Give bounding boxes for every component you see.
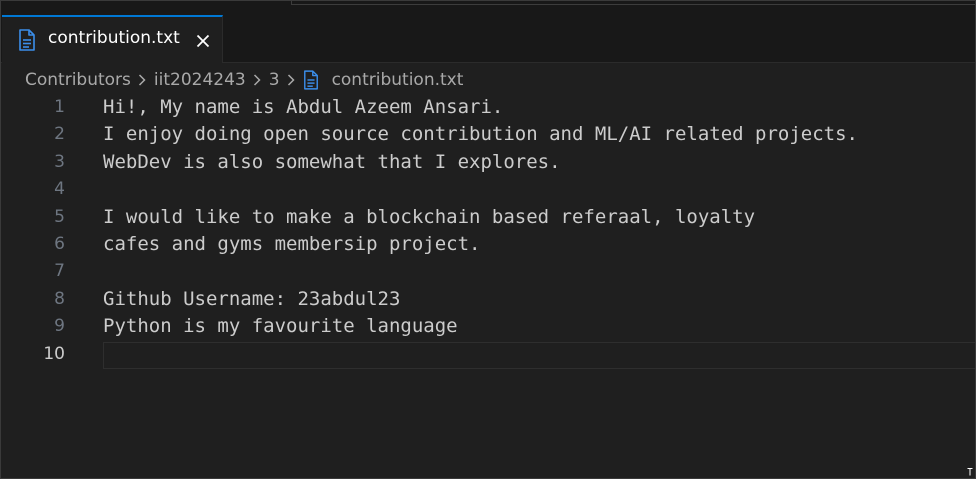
editor-line[interactable]: 2 I enjoy doing open source contribution… xyxy=(1,122,975,149)
line-text[interactable]: Hi!, My name is Abdul Azeem Ansari. xyxy=(103,96,503,118)
line-number: 5 xyxy=(54,206,65,227)
tab-label: contribution.txt xyxy=(48,28,180,48)
line-text[interactable]: WebDev is also somewhat that I explores. xyxy=(103,151,561,173)
line-text[interactable]: Github Username: 23abdul23 xyxy=(103,288,400,310)
line-number: 9 xyxy=(54,316,65,337)
editor-line-current[interactable]: 10 xyxy=(1,341,975,369)
panel-edge xyxy=(291,1,975,5)
title-strip xyxy=(1,1,975,15)
file-text-icon xyxy=(19,29,35,51)
line-number: 10 xyxy=(43,343,65,364)
current-line-highlight xyxy=(103,341,975,369)
file-text-icon xyxy=(303,70,318,90)
editor-line[interactable]: 6 cafes and gyms membersip project. xyxy=(1,232,975,259)
line-number: 3 xyxy=(54,151,65,172)
line-number: 7 xyxy=(54,261,65,282)
close-icon[interactable] xyxy=(195,33,211,49)
editor-window: contribution.txt Contributors iit2024243… xyxy=(0,0,976,479)
line-number: 8 xyxy=(54,288,65,309)
breadcrumb-item-3[interactable]: 3 xyxy=(269,70,280,90)
line-number: 1 xyxy=(54,97,65,117)
line-number: 4 xyxy=(54,179,65,200)
line-text[interactable]: Python is my favourite language xyxy=(103,315,458,337)
chevron-right-icon xyxy=(253,74,261,86)
breadcrumb-file[interactable]: contribution.txt xyxy=(332,70,464,90)
editor-line[interactable]: 1 Hi!, My name is Abdul Azeem Ansari. xyxy=(1,95,975,122)
breadcrumb: Contributors iit2024243 3 contribution.t… xyxy=(25,67,463,93)
line-number: 6 xyxy=(54,234,65,254)
editor-line[interactable]: 9 Python is my favourite language xyxy=(1,314,975,341)
editor-line[interactable]: 8 Github Username: 23abdul23 xyxy=(1,287,975,314)
code-editor[interactable]: 1 Hi!, My name is Abdul Azeem Ansari. 2 … xyxy=(1,95,975,478)
chevron-right-icon xyxy=(138,74,146,86)
line-text[interactable]: cafes and gyms membersip project. xyxy=(103,233,481,255)
line-text[interactable]: I enjoy doing open source contribution a… xyxy=(103,123,858,145)
resize-handle-icon[interactable] xyxy=(967,468,973,476)
chevron-right-icon xyxy=(287,74,295,86)
tab-bar: contribution.txt xyxy=(1,15,975,63)
editor-line[interactable]: 4 xyxy=(1,177,975,204)
tab-contribution-txt[interactable]: contribution.txt xyxy=(2,15,223,63)
line-number: 2 xyxy=(54,124,65,145)
line-text[interactable]: I would like to make a blockchain based … xyxy=(103,206,755,228)
editor-line[interactable]: 7 xyxy=(1,259,975,286)
breadcrumb-item-contributors[interactable]: Contributors xyxy=(25,70,131,90)
editor-line[interactable]: 5 I would like to make a blockchain base… xyxy=(1,205,975,232)
editor-line[interactable]: 3 WebDev is also somewhat that I explore… xyxy=(1,150,975,177)
breadcrumb-item-iit2024243[interactable]: iit2024243 xyxy=(154,70,246,90)
